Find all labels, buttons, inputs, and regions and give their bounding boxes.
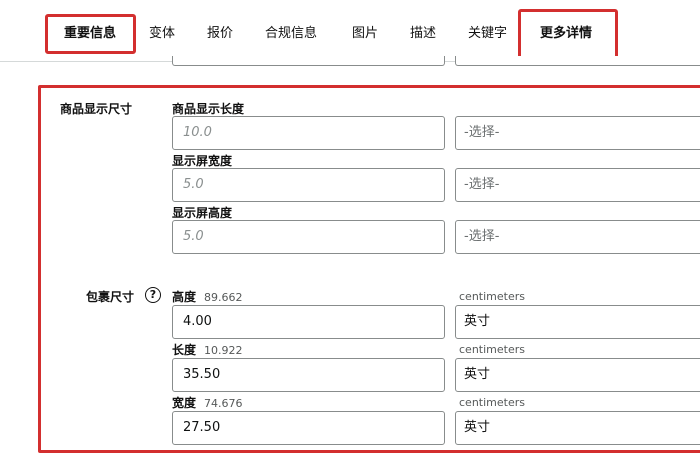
package-length-label: 长度 10.922 [172, 343, 243, 357]
display-height-input[interactable]: 5.0 [172, 220, 445, 254]
package-width-unit-select[interactable]: 英寸 [455, 411, 700, 445]
tab-variations[interactable]: 变体 [149, 22, 175, 41]
package-height-label: 高度 89.662 [172, 290, 243, 304]
package-length-input[interactable]: 35.50 [172, 358, 445, 392]
display-length-input[interactable]: 10.0 [172, 116, 445, 150]
display-width-input[interactable]: 5.0 [172, 168, 445, 202]
select-stub [455, 56, 700, 66]
display-width-label: 显示屏宽度 [172, 154, 233, 168]
display-width-unit-select[interactable]: -选择- [455, 168, 700, 202]
package-width-label: 宽度 74.676 [172, 396, 243, 410]
package-width-unit-hint: centimeters [459, 396, 525, 409]
package-height-hint: 89.662 [204, 291, 243, 304]
package-width-hint: 74.676 [204, 397, 243, 410]
package-length-hint: 10.922 [204, 344, 243, 357]
package-size-label: 包裹尺寸 [86, 290, 135, 304]
package-length-unit-hint: centimeters [459, 343, 525, 356]
display-height-unit-select[interactable]: -选择- [455, 220, 700, 254]
tab-bar: 重要信息 变体 报价 合规信息 图片 描述 关键字 更多详情 [0, 0, 700, 62]
tab-keywords[interactable]: 关键字 [468, 22, 507, 41]
tab-images[interactable]: 图片 [352, 22, 378, 41]
package-height-input[interactable]: 4.00 [172, 305, 445, 339]
display-length-unit-select[interactable]: -选择- [455, 116, 700, 150]
package-width-input[interactable]: 27.50 [172, 411, 445, 445]
display-height-label: 显示屏高度 [172, 206, 233, 220]
package-height-unit-hint: centimeters [459, 290, 525, 303]
package-length-unit-select[interactable]: 英寸 [455, 358, 700, 392]
package-height-unit-select[interactable]: 英寸 [455, 305, 700, 339]
tab-offer[interactable]: 报价 [207, 22, 233, 41]
tab-compliance[interactable]: 合规信息 [265, 22, 317, 41]
tab-description[interactable]: 描述 [410, 22, 436, 41]
highlight-box-vital-info [45, 14, 136, 54]
question-circle-icon[interactable]: ? [145, 287, 161, 303]
highlight-box-more-details [518, 9, 618, 59]
input-stub [172, 56, 445, 66]
display-length-label: 商品显示长度 [172, 102, 245, 116]
display-size-label: 商品显示尺寸 [60, 102, 133, 116]
